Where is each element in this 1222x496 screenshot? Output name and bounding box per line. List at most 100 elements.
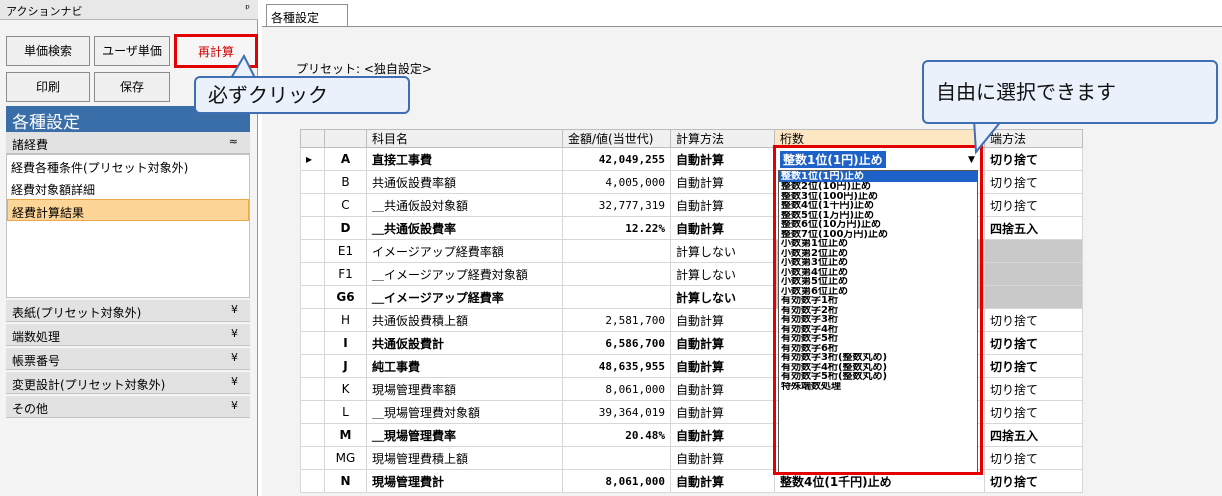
dropdown-option[interactable]: 有効数字4桁(整数丸め) bbox=[779, 363, 977, 373]
row-rounding[interactable]: 切り捨て bbox=[984, 193, 1083, 217]
row-rounding[interactable] bbox=[984, 262, 1083, 286]
row-rounding[interactable]: 四捨五入 bbox=[984, 423, 1083, 447]
row-rounding[interactable] bbox=[984, 285, 1083, 309]
row-method[interactable]: 計算しない bbox=[670, 285, 775, 309]
row-method[interactable]: 計算しない bbox=[670, 239, 775, 263]
group-rounding[interactable]: 端数処理 ¥ bbox=[6, 324, 250, 346]
list-item-expense-target-detail[interactable]: 経費対象額詳細 bbox=[7, 177, 249, 199]
row-name: 共通仮設費積上額 bbox=[366, 308, 563, 332]
group-cover[interactable]: 表紙(プリセット対象外) ¥ bbox=[6, 300, 250, 322]
row-rounding[interactable] bbox=[984, 239, 1083, 263]
column-header-digits[interactable]: 桁数 bbox=[774, 129, 985, 148]
row-method[interactable]: 自動計算 bbox=[670, 193, 775, 217]
row-name: ＿共通仮設対象額 bbox=[366, 193, 563, 217]
user-unit-price-button[interactable]: ユーザ単価 bbox=[94, 36, 170, 66]
row-method[interactable]: 自動計算 bbox=[670, 377, 775, 401]
dropdown-option[interactable]: 小数第4位止め bbox=[779, 268, 977, 278]
column-header-name[interactable]: 科目名 bbox=[366, 129, 563, 148]
print-button[interactable]: 印刷 bbox=[6, 72, 90, 102]
dropdown-option[interactable]: 整数1位(1円)止め bbox=[779, 171, 977, 182]
row-name: ＿共通仮設費率 bbox=[366, 216, 563, 240]
list-item-expense-calc-result[interactable]: 経費計算結果 bbox=[7, 199, 249, 221]
digits-combo-value[interactable]: 整数1位(1円)止め bbox=[780, 150, 886, 168]
row-method[interactable]: 自動計算 bbox=[670, 170, 775, 194]
group-overhead[interactable]: 諸経費 ≈ bbox=[6, 132, 250, 154]
save-button[interactable]: 保存 bbox=[94, 72, 170, 102]
row-rounding[interactable]: 切り捨て bbox=[984, 170, 1083, 194]
row-method[interactable]: 自動計算 bbox=[670, 354, 775, 378]
group-change-design[interactable]: 変更設計(プリセット対象外) ¥ bbox=[6, 372, 250, 394]
row-method[interactable]: 自動計算 bbox=[670, 423, 775, 447]
row-pointer-icon bbox=[300, 446, 325, 470]
row-rounding[interactable]: 切り捨て bbox=[984, 400, 1083, 424]
row-rounding[interactable]: 四捨五入 bbox=[984, 216, 1083, 240]
dropdown-option[interactable]: 整数5位(1万円)止め bbox=[779, 211, 977, 221]
row-rounding[interactable]: 切り捨て bbox=[984, 469, 1083, 493]
dropdown-option[interactable]: 有効数字5桁(整数丸め) bbox=[779, 372, 977, 382]
digits-dropdown-list[interactable]: 整数1位(1円)止め 整数2位(10円)止め 整数3位(100円)止め 整数4位(1千… bbox=[778, 170, 978, 473]
chevron-down-icon: ¥ bbox=[231, 399, 238, 412]
dropdown-option[interactable]: 有効数字2桁 bbox=[779, 306, 977, 316]
dropdown-option[interactable]: 整数3位(100円)止め bbox=[779, 192, 977, 202]
row-id: N bbox=[324, 469, 367, 493]
row-pointer-icon bbox=[300, 308, 325, 332]
row-value: 12.22% bbox=[562, 216, 671, 240]
list-item-expense-conditions[interactable]: 経費各種条件(プリセット対象外) bbox=[7, 155, 249, 177]
column-header-value[interactable]: 金額/値(当世代) bbox=[562, 129, 671, 148]
row-method[interactable]: 計算しない bbox=[670, 262, 775, 286]
group-label: 帳票番号 bbox=[12, 354, 61, 368]
group-label: 変更設計(プリセット対象外) bbox=[12, 378, 166, 392]
row-rounding[interactable]: 切り捨て bbox=[984, 354, 1083, 378]
action-navi-panel: アクションナビ ᵖ 単価検索 ユーザ単価 再計算 印刷 保存 各種設定 諸経費 … bbox=[0, 0, 258, 496]
group-label: 表紙(プリセット対象外) bbox=[12, 306, 142, 320]
dropdown-option[interactable]: 有効数字3桁 bbox=[779, 315, 977, 325]
row-digits[interactable]: 整数1位(1円)止め bbox=[774, 147, 985, 171]
dropdown-option[interactable]: 有効数字3桁(整数丸め) bbox=[779, 353, 977, 363]
dropdown-option[interactable]: 小数第6位止め bbox=[779, 287, 977, 297]
dropdown-option[interactable]: 整数7位(100万円)止め bbox=[779, 230, 977, 240]
row-name: ＿イメージアップ経費率 bbox=[366, 285, 563, 309]
dropdown-option[interactable]: 有効数字6桁 bbox=[779, 344, 977, 354]
row-pointer-icon bbox=[300, 331, 325, 355]
row-value: 4,005,000 bbox=[562, 170, 671, 194]
dropdown-option[interactable]: 特殊端数処理 bbox=[779, 382, 977, 392]
chevron-up-icon: ≈ bbox=[228, 135, 238, 148]
row-method[interactable]: 自動計算 bbox=[670, 308, 775, 332]
dropdown-option[interactable]: 小数第2位止め bbox=[779, 249, 977, 259]
row-name: 共通仮設費率額 bbox=[366, 170, 563, 194]
dropdown-option[interactable]: 小数第3位止め bbox=[779, 258, 977, 268]
unit-price-search-button[interactable]: 単価検索 bbox=[6, 36, 90, 66]
dropdown-option[interactable]: 有効数字4桁 bbox=[779, 325, 977, 335]
dropdown-option[interactable]: 整数4位(1千円)止め bbox=[779, 201, 977, 211]
row-value: 39,364,019 bbox=[562, 400, 671, 424]
row-id: MG bbox=[324, 446, 367, 470]
dropdown-option[interactable]: 小数第5位止め bbox=[779, 277, 977, 287]
dropdown-option[interactable]: 有効数字5桁 bbox=[779, 334, 977, 344]
row-rounding[interactable]: 切り捨て bbox=[984, 331, 1083, 355]
dropdown-option[interactable]: 整数6位(10万円)止め bbox=[779, 220, 977, 230]
row-value: 48,635,955 bbox=[562, 354, 671, 378]
row-value bbox=[562, 285, 671, 309]
row-id-header bbox=[324, 129, 367, 148]
row-method[interactable]: 自動計算 bbox=[670, 331, 775, 355]
row-method[interactable]: 自動計算 bbox=[670, 216, 775, 240]
group-other[interactable]: その他 ¥ bbox=[6, 396, 250, 418]
row-rounding[interactable]: 切り捨て bbox=[984, 446, 1083, 470]
pin-icon[interactable]: ᵖ bbox=[245, 2, 250, 15]
tab-settings[interactable]: 各種設定 bbox=[266, 4, 348, 26]
row-method[interactable]: 自動計算 bbox=[670, 446, 775, 470]
dropdown-option[interactable]: 有効数字1桁 bbox=[779, 296, 977, 306]
dropdown-option[interactable]: 小数第1位止め bbox=[779, 239, 977, 249]
row-value: 32,777,319 bbox=[562, 193, 671, 217]
dropdown-option[interactable]: 整数2位(10円)止め bbox=[779, 182, 977, 192]
row-rounding[interactable]: 切り捨て bbox=[984, 308, 1083, 332]
row-method[interactable]: 自動計算 bbox=[670, 469, 775, 493]
group-label: 端数処理 bbox=[12, 330, 61, 344]
row-rounding[interactable]: 切り捨て bbox=[984, 377, 1083, 401]
row-name: 現場管理費積上額 bbox=[366, 446, 563, 470]
column-header-method[interactable]: 計算方法 bbox=[670, 129, 775, 148]
row-method[interactable]: 自動計算 bbox=[670, 147, 775, 171]
row-method[interactable]: 自動計算 bbox=[670, 400, 775, 424]
table-row[interactable]: ▸ A 直接工事費 42,049,255 自動計算 整数1位(1円)止め 切り捨て bbox=[300, 147, 1083, 171]
group-form-number[interactable]: 帳票番号 ¥ bbox=[6, 348, 250, 370]
